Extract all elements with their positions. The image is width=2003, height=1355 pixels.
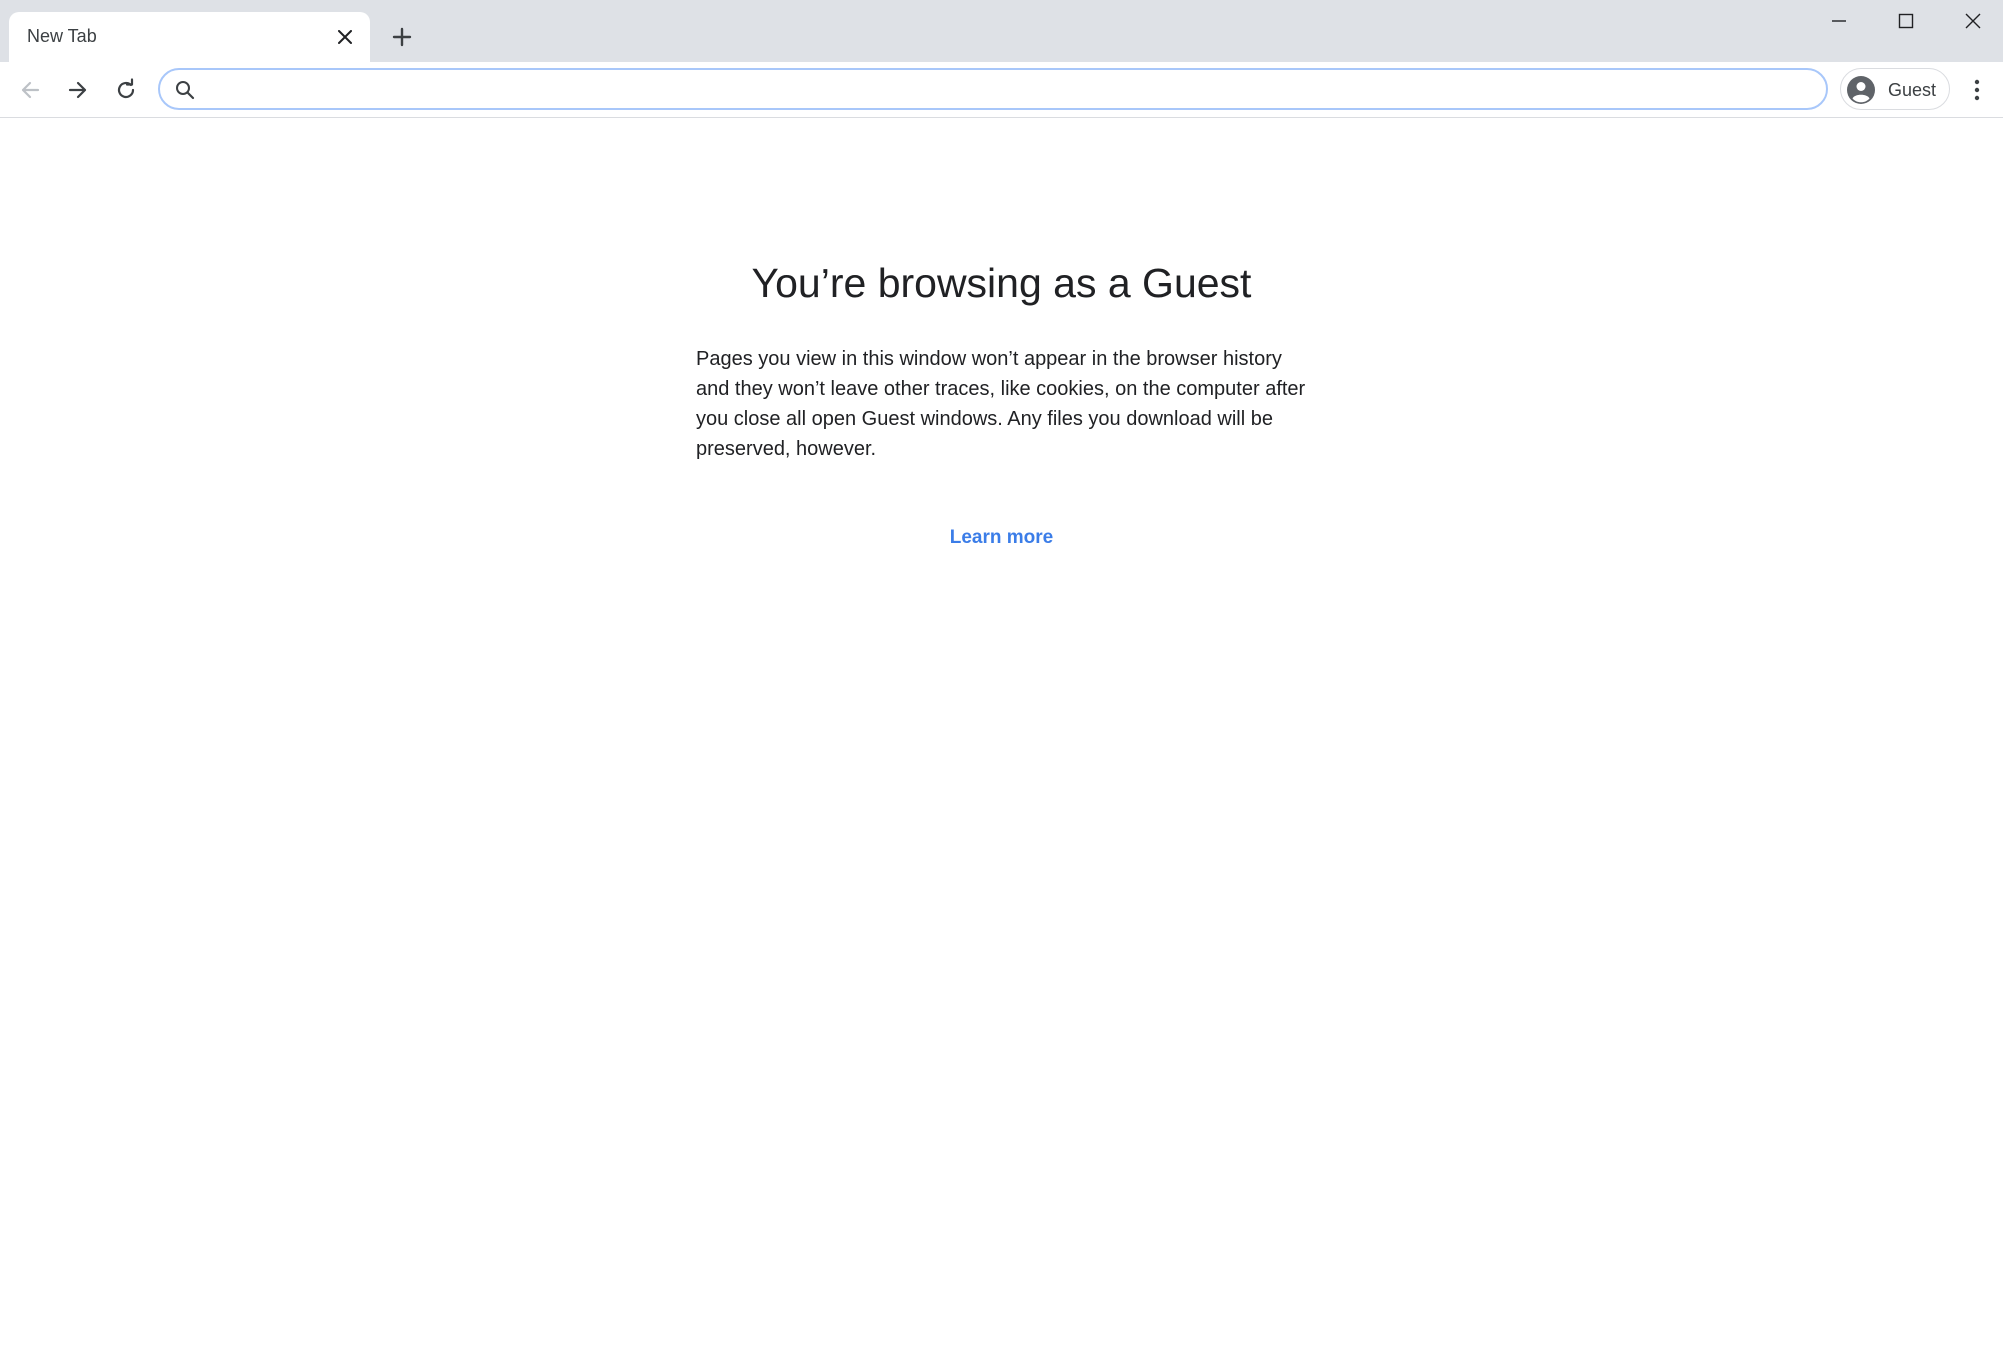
page-title: You’re browsing as a Guest xyxy=(751,260,1252,306)
guest-description: Pages you view in this window won’t appe… xyxy=(696,348,1306,460)
plus-icon xyxy=(392,27,412,47)
minimize-button[interactable] xyxy=(1806,0,1872,42)
tab-new-tab[interactable]: New Tab xyxy=(9,12,370,62)
new-tab-button[interactable] xyxy=(385,20,419,54)
menu-button[interactable] xyxy=(1960,70,1994,110)
profile-button[interactable]: Guest xyxy=(1840,68,1950,110)
address-bar[interactable] xyxy=(158,68,1828,110)
reload-button[interactable] xyxy=(106,70,146,110)
tab-close-button[interactable] xyxy=(332,24,358,50)
window-close-button[interactable] xyxy=(1940,0,2003,42)
avatar-icon xyxy=(1847,76,1875,104)
tab-strip: New Tab xyxy=(0,0,2003,62)
profile-label: Guest xyxy=(1888,80,1937,100)
address-input[interactable] xyxy=(208,74,1808,104)
browser-window: New Tab Guest You’re browsing as a Guest… xyxy=(0,0,2003,1355)
close-icon xyxy=(338,30,352,44)
learn-more-link[interactable]: Learn more xyxy=(0,527,2003,549)
back-button[interactable] xyxy=(10,70,50,110)
more-vert-icon xyxy=(1974,79,1980,101)
arrow-left-icon xyxy=(21,81,40,99)
arrow-right-icon xyxy=(68,81,87,99)
minimize-icon xyxy=(1832,20,1846,22)
maximize-button[interactable] xyxy=(1873,0,1939,42)
close-icon xyxy=(1965,13,1981,29)
forward-button[interactable] xyxy=(58,70,98,110)
reload-icon xyxy=(117,78,135,99)
tab-title: New Tab xyxy=(27,26,97,46)
search-icon xyxy=(176,81,195,100)
page-content: You’re browsing as a Guest Pages you vie… xyxy=(0,118,2003,1355)
toolbar: Guest xyxy=(0,62,2003,118)
maximize-icon xyxy=(1898,13,1914,29)
